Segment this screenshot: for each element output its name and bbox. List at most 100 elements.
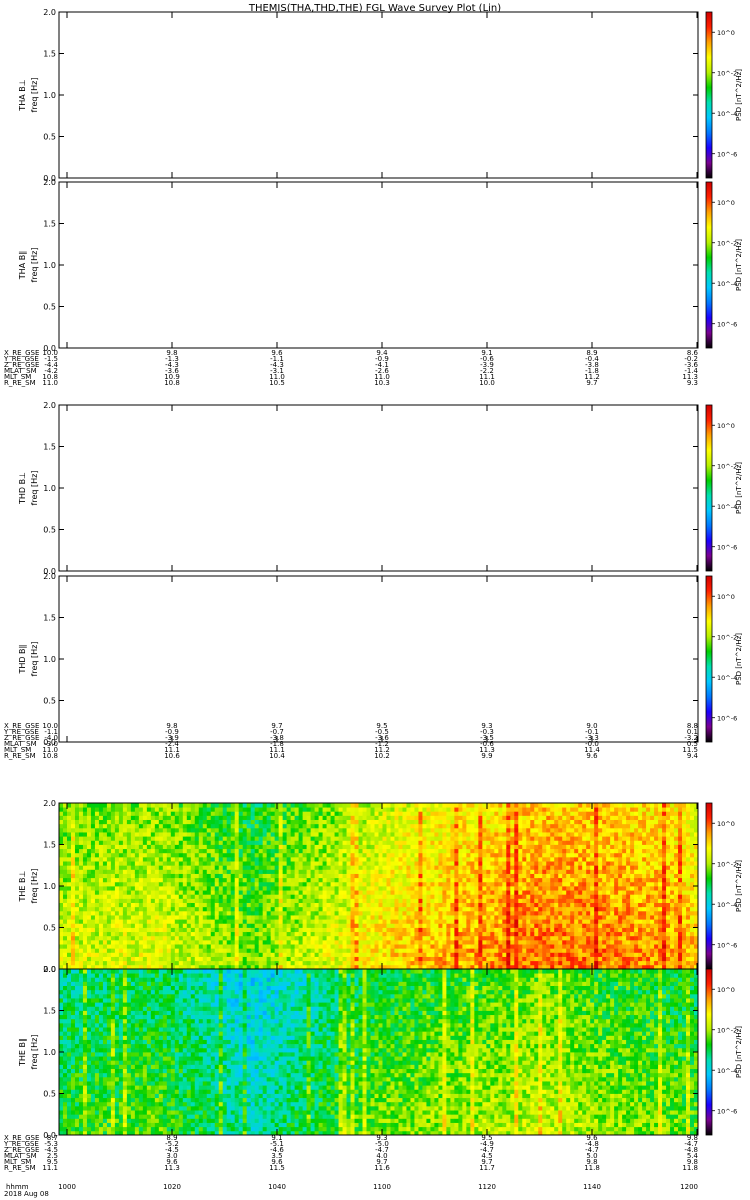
spectrogram-cell <box>310 844 315 850</box>
spectrogram-cell <box>450 948 455 953</box>
spectrogram-cell <box>310 919 315 924</box>
spectrogram-cell <box>354 815 359 820</box>
spectrogram-cell <box>298 827 304 833</box>
spectrogram-cell <box>338 915 343 920</box>
spectrogram-cell <box>410 960 415 966</box>
spectrogram-cell <box>330 923 335 928</box>
spectrogram-cell <box>178 852 184 858</box>
spectrogram-cell <box>402 836 407 841</box>
spectrogram-cell <box>342 869 347 874</box>
spectrogram-cell <box>366 944 371 949</box>
spectrogram-cell <box>362 948 367 953</box>
spectrogram-cell <box>90 956 96 962</box>
spectrogram-cell <box>330 844 335 850</box>
spectrogram-cell <box>158 844 164 850</box>
spectrogram-cell <box>494 931 499 937</box>
spectrogram-cell <box>330 848 335 854</box>
spectrogram-cell <box>414 948 419 953</box>
spectrogram-cell <box>86 869 92 874</box>
spectrogram-cell <box>410 803 415 808</box>
colorbar-tick-label: 10^-6 <box>717 321 737 329</box>
spectrogram-cell <box>450 931 455 937</box>
spectrogram-cell <box>430 877 435 883</box>
spectrogram-cell <box>354 836 359 841</box>
spectrogram-cell <box>450 836 455 841</box>
spectrogram-cell <box>426 948 431 953</box>
spectrogram-cell <box>362 927 367 933</box>
spectrogram-cell <box>382 865 387 870</box>
spectrogram-cell <box>350 815 355 820</box>
spectrogram-cell <box>322 811 327 816</box>
spectrogram-cell <box>310 840 315 845</box>
spectrogram-cell <box>274 827 280 833</box>
spectrogram-cell <box>422 861 427 866</box>
spectrogram-cell <box>462 886 467 891</box>
spectrogram-cell <box>398 923 403 928</box>
spectrogram-cell <box>182 923 188 928</box>
spectrogram-cell <box>390 939 395 945</box>
spectrogram-cell <box>166 952 172 957</box>
spectrogram-cell <box>198 948 204 953</box>
spectrogram-cell <box>462 852 467 858</box>
spectrogram-cell <box>406 886 411 891</box>
spectrogram-cell <box>286 898 292 903</box>
spectrogram-the-bperp <box>59 803 699 970</box>
spectrogram-cell <box>230 807 236 812</box>
spectrogram-cell <box>90 819 96 825</box>
spectrogram-cell <box>334 823 339 829</box>
spectrogram-cell <box>206 823 212 829</box>
spectrogram-cell <box>514 877 519 883</box>
spectrogram-cell <box>486 919 491 924</box>
spectrogram-cell <box>526 944 531 949</box>
spectrogram-cell <box>478 865 483 870</box>
spectrogram-cell <box>110 948 116 953</box>
spectrogram-cell <box>334 877 339 883</box>
spectrogram-cell <box>326 811 331 816</box>
spectrogram-cell <box>78 815 84 820</box>
spectrogram-cell <box>410 923 415 928</box>
spectrogram-cell <box>510 861 515 866</box>
spectrogram-cell <box>438 877 443 883</box>
spectrogram-cell <box>506 923 511 928</box>
spectrogram-cell <box>386 935 391 941</box>
spectrogram-cell <box>370 865 375 870</box>
spectrogram-cell <box>334 848 339 854</box>
spectrogram-cell <box>418 861 423 866</box>
spectrogram-cell <box>418 939 423 945</box>
spectrogram-cell <box>230 894 236 899</box>
panel-the-bperp: 0.00.51.01.52.0THE B⊥ freq [Hz]10^010^-21… <box>18 799 743 974</box>
spectrogram-cell <box>198 952 204 957</box>
spectrogram-cell <box>190 856 196 862</box>
spectrogram-cell <box>314 890 319 895</box>
spectrogram-cell <box>106 827 112 833</box>
spectrogram-cell <box>458 927 463 933</box>
spectrogram-cell <box>510 890 515 895</box>
spectrogram-cell <box>138 869 144 874</box>
spectrogram-cell <box>98 815 104 820</box>
spectrogram-cell <box>254 910 260 916</box>
spectrogram-cell <box>162 836 168 841</box>
spectrogram-cell <box>374 948 379 953</box>
spectrogram-cell <box>510 877 515 883</box>
spectrogram-cell <box>382 840 387 845</box>
spectrogram-cell <box>270 902 276 908</box>
spectrogram-cell <box>322 869 327 874</box>
spectrogram-cell <box>530 906 535 912</box>
spectrogram-cell <box>214 910 220 916</box>
spectrogram-cell <box>458 894 463 899</box>
spectrogram-cell <box>110 823 116 829</box>
spectrogram-cell <box>162 886 168 891</box>
spectrogram-cell <box>470 956 475 962</box>
spectrogram-cell <box>398 931 403 937</box>
spectrogram-cell <box>434 836 439 841</box>
spectrogram-cell <box>262 952 268 957</box>
spectrogram-cell <box>194 873 200 879</box>
spectrogram-cell <box>114 848 120 854</box>
spectrogram-cell <box>374 902 379 908</box>
spectrogram-cell <box>142 919 148 924</box>
spectrogram-cell <box>346 923 351 928</box>
colorbar-tick-label: 10^-6 <box>717 715 737 723</box>
spectrogram-cell <box>242 815 248 820</box>
spectrogram-cell <box>478 906 483 912</box>
spectrogram-cell <box>106 873 112 879</box>
